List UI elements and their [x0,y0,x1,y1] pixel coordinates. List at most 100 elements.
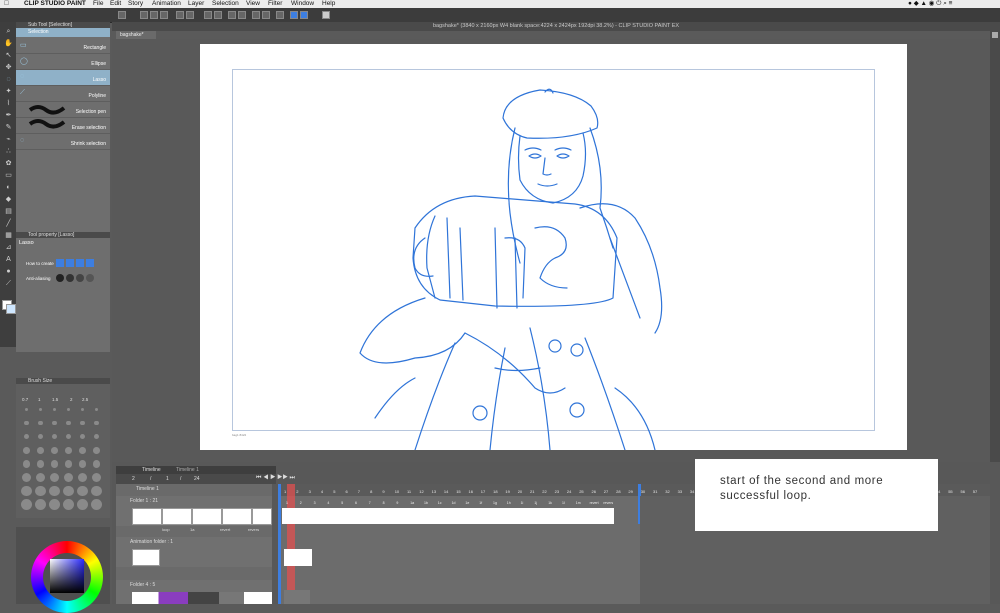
operation-icon[interactable]: ↖ [4,52,13,60]
brush-size-preset[interactable] [37,447,44,454]
brush-size-1-5[interactable]: 1.5 [52,397,58,402]
redo-icon[interactable] [186,11,194,19]
folder4-track-cel[interactable] [284,590,310,604]
thumb-cel[interactable] [162,508,192,525]
brush-size-preset[interactable] [62,499,75,511]
new-selection-button[interactable] [56,259,64,267]
brush-size-preset[interactable] [63,486,74,497]
brush-size-preset[interactable] [93,447,100,454]
subtool-lasso[interactable]: ◌ Lasso [16,70,110,86]
brush-size-preset[interactable] [36,473,45,482]
brush-size-preset[interactable] [20,499,33,511]
ruler-snap-icon[interactable] [262,11,270,19]
new-file-icon[interactable] [140,11,148,19]
transform-icon[interactable] [228,11,236,19]
deselect-icon[interactable] [238,11,246,19]
fill-tool-icon[interactable]: ◆ [4,196,13,204]
subtract-selection-button[interactable] [76,259,84,267]
brush-icon[interactable]: ⌁ [4,136,13,144]
subtool-polyline[interactable]: ⟋ Polyline [16,86,110,102]
move-layer-icon[interactable]: ✥ [4,64,13,72]
brush-size-1[interactable]: 1 [38,397,41,402]
brush-size-preset[interactable] [93,434,100,440]
airbrush-icon[interactable]: ∴ [4,148,13,156]
playback-controls[interactable]: ⏮ ◀ ▶ ▶▶ ⏭ [256,475,300,483]
subtool-ellipse[interactable]: ◯ Ellipse [16,54,110,70]
brush-size-preset[interactable] [22,473,31,482]
aa-weak-button[interactable] [66,274,74,282]
brush-size-preset[interactable] [35,486,46,497]
subtool-group-tab[interactable]: Selection [16,28,110,37]
brush-size-preset[interactable] [53,408,56,411]
brush-size-0-7[interactable]: 0.7 [22,397,28,402]
ruler-icon[interactable]: ⊿ [4,244,13,252]
brush-size-preset[interactable] [23,447,30,454]
zoom-icon[interactable]: ⌕ [4,28,13,36]
eyedropper-icon[interactable]: ⌇ [4,100,13,108]
correct-line-icon[interactable]: ⟋ [4,280,13,288]
hand-icon[interactable]: ✋ [4,40,13,48]
brush-size-preset[interactable] [92,473,101,482]
decoration-icon[interactable]: ✿ [4,160,13,168]
subtool-erase-selection[interactable]: Erase selection [16,118,110,134]
app-menu[interactable]: CLIP STUDIO PAINT [24,0,86,8]
subtool-shrink-selection[interactable]: ◌ Shrink selection [16,134,110,150]
brush-size-preset[interactable] [22,460,31,468]
blend-icon[interactable]: ◐ [4,184,13,192]
undo-icon[interactable] [176,11,184,19]
menu-help[interactable]: Help [322,0,335,8]
pencil-icon[interactable]: ✎ [4,124,13,132]
playhead[interactable] [287,484,295,604]
auto-select-icon[interactable]: ✦ [4,88,13,96]
apple-icon[interactable]:  [4,0,9,8]
crop-icon[interactable] [276,11,284,19]
brush-size-preset[interactable] [52,421,57,426]
aa-none-button[interactable] [56,274,64,282]
animation-cel-thumb[interactable] [132,549,160,566]
brush-size-preset[interactable] [38,421,43,426]
menu-view[interactable]: View [246,0,260,8]
figure-icon[interactable]: ╱ [4,220,13,228]
snap-icon[interactable] [252,11,260,19]
aa-strong-button[interactable] [86,274,94,282]
brush-size-preset[interactable] [90,499,103,511]
thumb-cel[interactable] [252,508,272,525]
animation-track-cel[interactable] [284,549,312,566]
menu-window[interactable]: Window [291,0,314,8]
brush-size-preset[interactable] [50,460,59,468]
brush-size-preset[interactable] [21,486,32,497]
panel-toggle-icon[interactable] [992,32,998,38]
text-icon[interactable]: A [4,256,13,264]
intersect-selection-button[interactable] [86,259,94,267]
brush-size-preset[interactable] [91,486,102,497]
brush-size-preset[interactable] [67,408,70,411]
brush-size-2-5[interactable]: 2.5 [82,397,88,402]
brush-size-preset[interactable] [92,460,101,468]
brush-size-preset[interactable] [50,473,59,482]
pen-icon[interactable]: ✒ [4,112,13,120]
brush-size-preset[interactable] [36,460,45,468]
brush-size-preset[interactable] [95,408,98,411]
brush-size-preset[interactable] [65,447,72,454]
brush-size-preset[interactable] [77,486,88,497]
eye-icon[interactable] [118,11,126,19]
clear-icon[interactable] [204,11,212,19]
menu-layer[interactable]: Layer [188,0,204,8]
brush-size-preset[interactable] [64,473,73,482]
brush-size-preset[interactable] [94,421,99,426]
brush-size-preset[interactable] [81,408,84,411]
balloon-icon[interactable]: ● [4,268,13,276]
brush-size-preset[interactable] [34,499,47,511]
timeline-tab[interactable]: Timeline [142,467,161,473]
timeline-tab-2[interactable]: Timeline 1 [176,467,199,473]
lasso-icon[interactable]: ◌ [4,76,13,84]
thumb-cel[interactable] [192,508,222,525]
in-marker[interactable] [278,484,281,604]
thumb-cel[interactable] [222,508,252,525]
add-selection-button[interactable] [66,259,74,267]
brush-size-preset[interactable] [49,486,60,497]
menu-file[interactable]: File [93,0,103,8]
brush-size-preset[interactable] [79,447,86,454]
eraser-icon[interactable]: ▭ [4,172,13,180]
menu-edit[interactable]: Edit [110,0,121,8]
